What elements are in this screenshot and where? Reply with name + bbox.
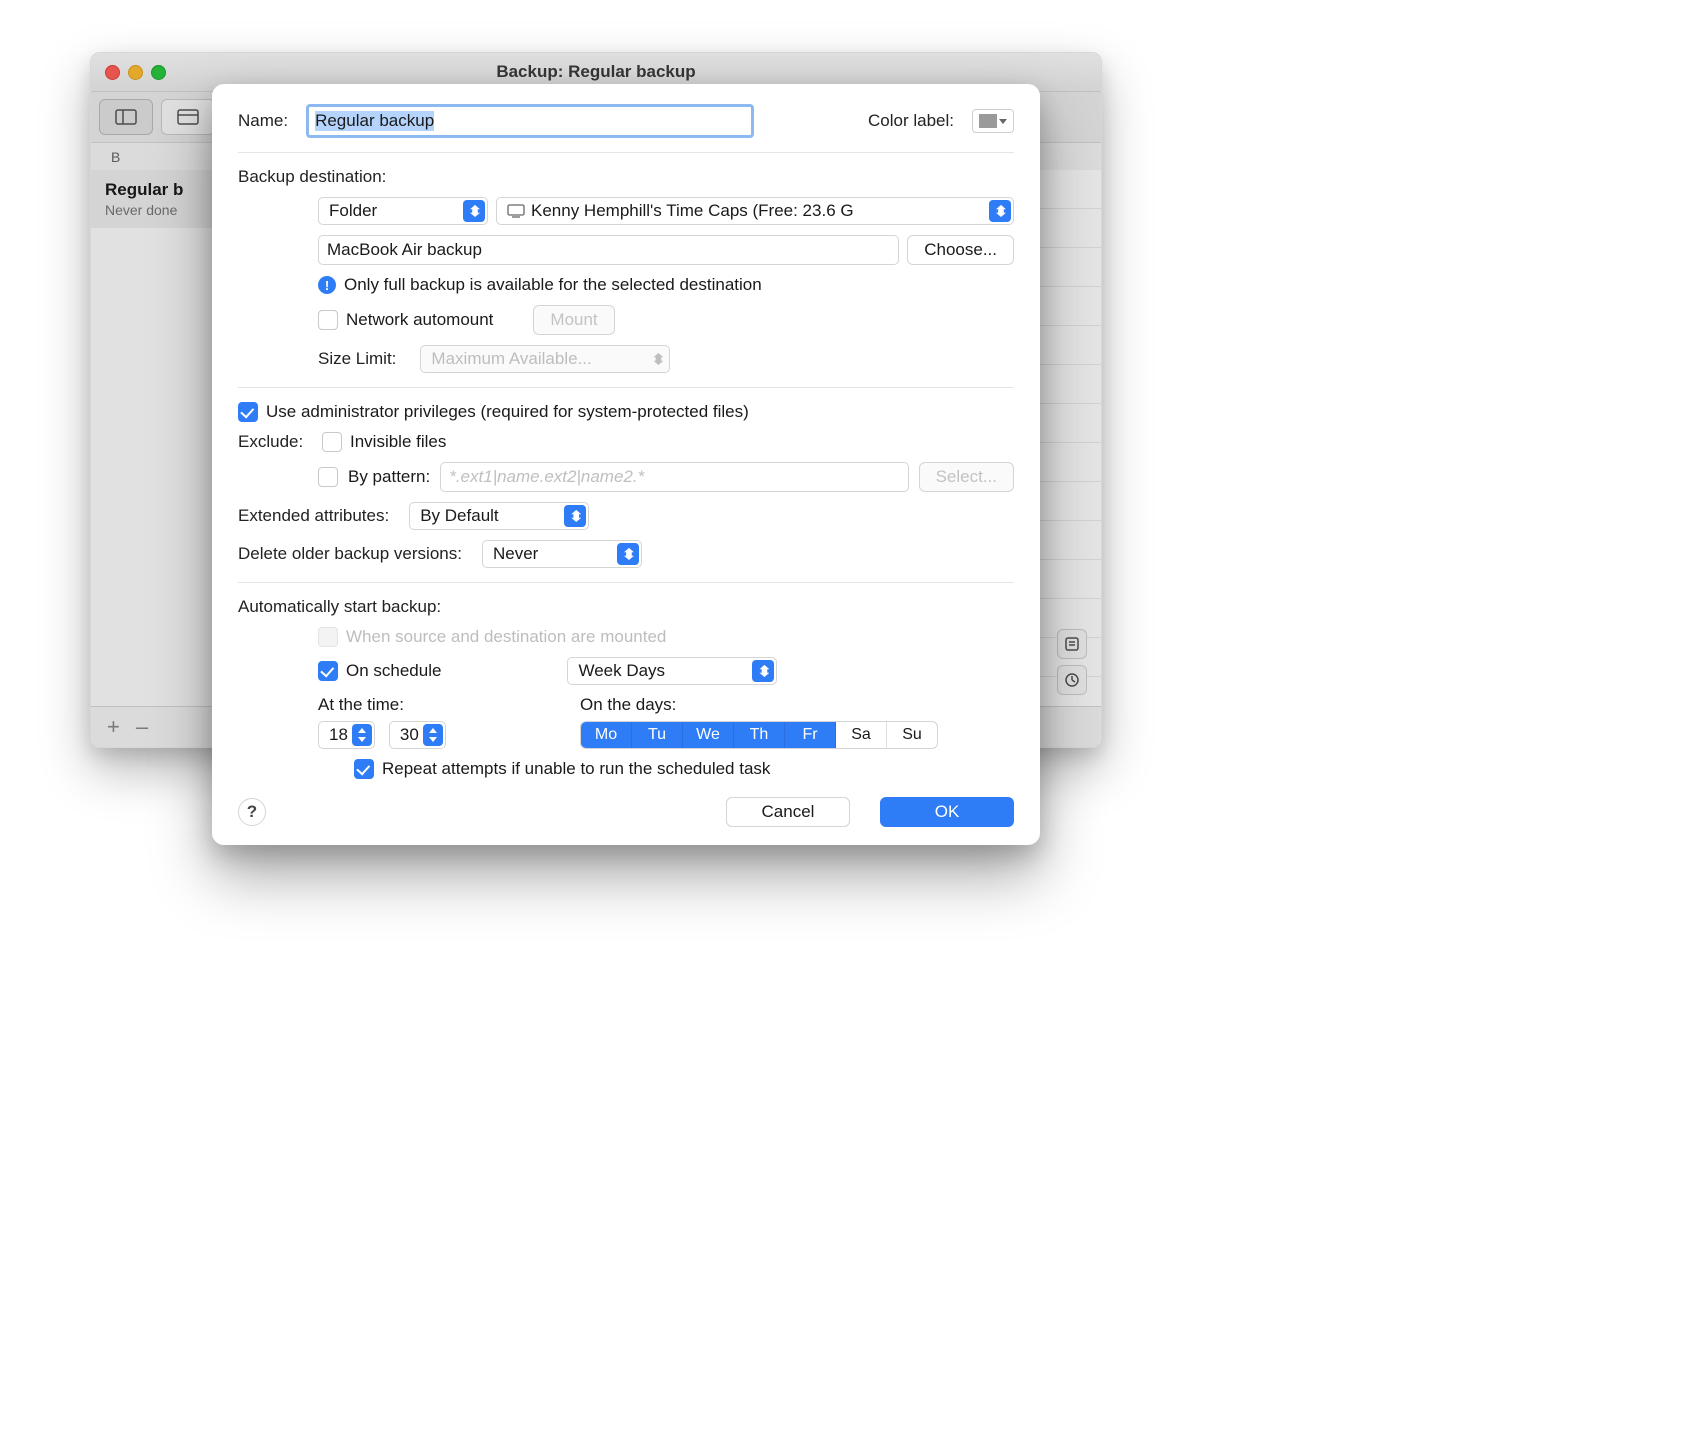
cancel-button[interactable]: Cancel	[726, 797, 850, 827]
auto-start-section-label: Automatically start backup:	[238, 597, 1014, 617]
select-pattern-button[interactable]: Select...	[919, 462, 1014, 492]
extended-attributes-select[interactable]: By Default	[409, 502, 589, 530]
admin-privileges-label: Use administrator privileges (required f…	[266, 402, 749, 422]
destination-volume-value: Kenny Hemphill's Time Caps (Free: 23.6 G	[531, 201, 854, 221]
schedule-frequency-value: Week Days	[578, 661, 665, 681]
size-limit-select[interactable]: Maximum Available...	[420, 345, 670, 373]
time-minute-value: 30	[400, 725, 419, 745]
display-icon	[507, 204, 525, 218]
mount-button[interactable]: Mount	[533, 305, 614, 335]
size-limit-label: Size Limit:	[318, 349, 396, 369]
color-label-picker[interactable]	[972, 109, 1014, 133]
extended-attributes-label: Extended attributes:	[238, 506, 389, 526]
weekday-th[interactable]: Th	[734, 722, 785, 748]
exclude-pattern-placeholder: *.ext1|name.ext2|name2.*	[449, 467, 644, 487]
delete-older-label: Delete older backup versions:	[238, 544, 462, 564]
delete-older-select[interactable]: Never	[482, 540, 642, 568]
exclude-invisible-label: Invisible files	[350, 432, 446, 452]
destination-type-value: Folder	[329, 201, 377, 221]
time-hour-value: 18	[329, 725, 348, 745]
destination-type-select[interactable]: Folder	[318, 197, 488, 225]
repeat-attempts-checkbox[interactable]	[354, 759, 374, 779]
network-automount-checkbox[interactable]	[318, 310, 338, 330]
destination-section-label: Backup destination:	[238, 167, 1014, 187]
choose-button[interactable]: Choose...	[907, 235, 1014, 265]
delete-older-value: Never	[493, 544, 538, 564]
exclude-pattern-checkbox[interactable]	[318, 467, 338, 487]
weekday-selector[interactable]: MoTuWeThFrSaSu	[580, 721, 938, 749]
weekday-tu[interactable]: Tu	[632, 722, 683, 748]
destination-volume-select[interactable]: Kenny Hemphill's Time Caps (Free: 23.6 G	[496, 197, 1014, 225]
weekday-we[interactable]: We	[683, 722, 734, 748]
name-input-value: Regular backup	[315, 111, 434, 131]
name-input[interactable]: Regular backup	[306, 104, 754, 138]
name-label: Name:	[238, 111, 288, 131]
destination-path-value: MacBook Air backup	[327, 240, 482, 260]
ok-button[interactable]: OK	[880, 797, 1014, 827]
when-mounted-checkbox	[318, 627, 338, 647]
exclude-pattern-input[interactable]: *.ext1|name.ext2|name2.*	[440, 462, 908, 492]
network-automount-label: Network automount	[346, 310, 493, 330]
color-label: Color label:	[868, 111, 954, 131]
repeat-attempts-label: Repeat attempts if unable to run the sch…	[382, 759, 770, 779]
at-time-label: At the time:	[318, 695, 556, 715]
destination-note: Only full backup is available for the se…	[344, 275, 762, 295]
help-button[interactable]: ?	[238, 798, 266, 826]
weekday-su[interactable]: Su	[887, 722, 937, 748]
on-schedule-label: On schedule	[346, 661, 441, 681]
weekday-sa[interactable]: Sa	[836, 722, 887, 748]
on-schedule-checkbox[interactable]	[318, 661, 338, 681]
time-hour-stepper[interactable]: 18	[318, 721, 375, 749]
size-limit-value: Maximum Available...	[431, 349, 591, 369]
backup-settings-dialog: Name: Regular backup Color label: Backup…	[212, 84, 1040, 845]
on-days-label: On the days:	[580, 695, 938, 715]
schedule-frequency-select[interactable]: Week Days	[567, 657, 777, 685]
destination-path-field[interactable]: MacBook Air backup	[318, 235, 899, 265]
extended-attributes-value: By Default	[420, 506, 498, 526]
weekday-fr[interactable]: Fr	[785, 722, 836, 748]
info-icon: !	[318, 276, 336, 294]
exclude-invisible-checkbox[interactable]	[322, 432, 342, 452]
exclude-pattern-label: By pattern:	[348, 467, 430, 487]
exclude-label: Exclude:	[238, 432, 314, 452]
when-mounted-label: When source and destination are mounted	[346, 627, 666, 647]
time-minute-stepper[interactable]: 30	[389, 721, 446, 749]
admin-privileges-checkbox[interactable]	[238, 402, 258, 422]
weekday-mo[interactable]: Mo	[581, 722, 632, 748]
